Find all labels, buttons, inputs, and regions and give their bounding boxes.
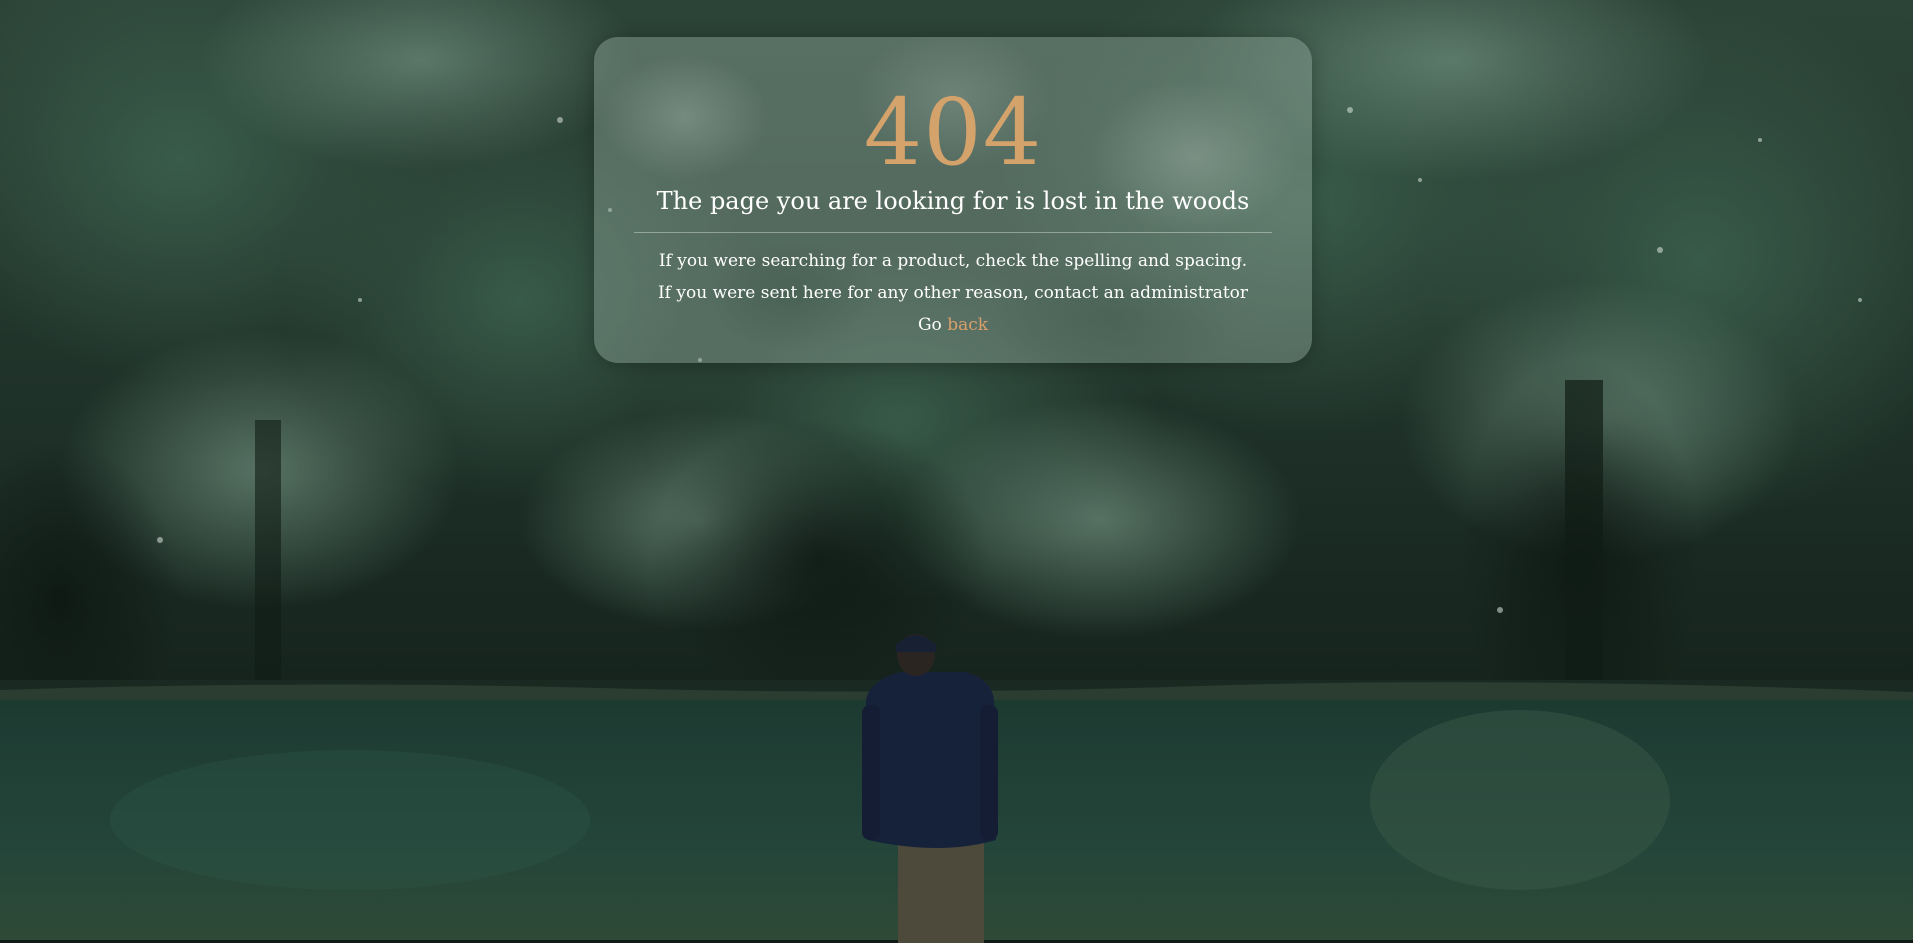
- message-line-contact: If you were sent here for any other reas…: [657, 283, 1249, 303]
- divider: [634, 232, 1272, 233]
- back-link[interactable]: back: [947, 315, 988, 335]
- error-headline: The page you are looking for is lost in …: [656, 187, 1250, 215]
- error-code: 404: [863, 79, 1043, 186]
- message-line-product: If you were searching for a product, che…: [658, 251, 1248, 271]
- error-card: 404 The page you are looking for is lost…: [594, 37, 1312, 363]
- go-prefix: Go: [917, 315, 942, 335]
- go-back-line: Go back: [594, 313, 1312, 337]
